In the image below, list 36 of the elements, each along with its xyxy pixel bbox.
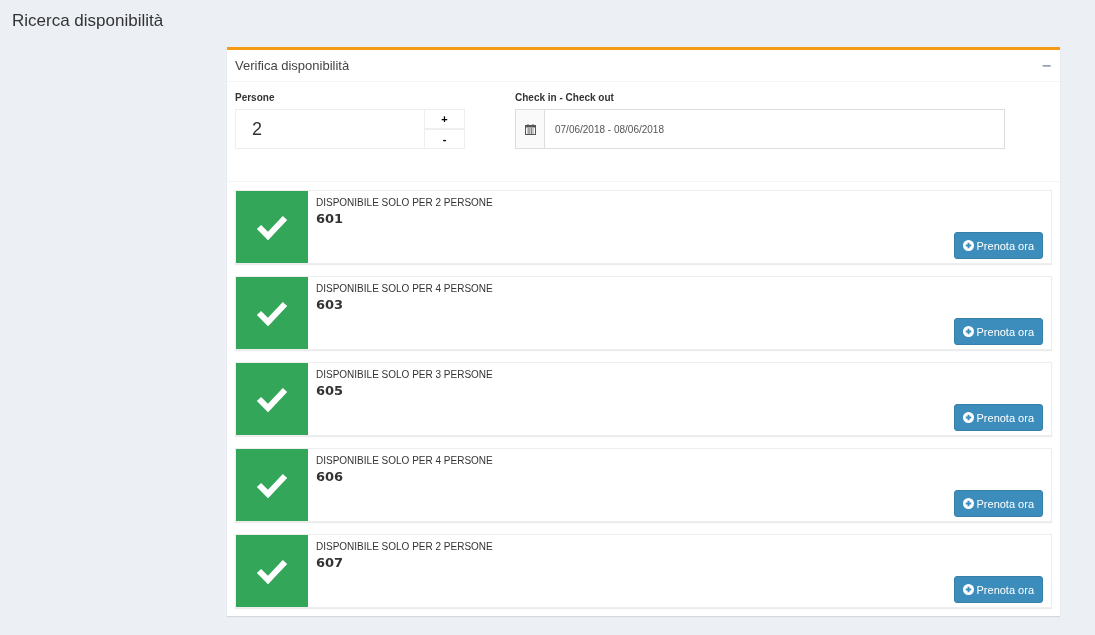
book-button[interactable]: Prenota ora <box>953 404 1043 431</box>
calendar-icon <box>524 123 536 135</box>
availability-text: DISPONIBILE SOLO PER 4 PERSONE <box>316 455 494 466</box>
plus-circle-icon <box>962 584 974 595</box>
persons-input[interactable]: 2 <box>235 109 425 149</box>
field-label: Check in - Check out <box>515 92 615 103</box>
decrement-button[interactable]: - <box>425 129 465 149</box>
plus-circle-icon <box>962 498 974 509</box>
availability-text: DISPONIBILE SOLO PER 2 PERSONE <box>316 541 494 552</box>
checkmark-icon <box>256 214 288 240</box>
field-label: Persone <box>235 92 276 103</box>
date-range-input[interactable]: 07/06/2018 - 08/06/2018 <box>545 109 1005 149</box>
checkmark-icon <box>256 300 288 326</box>
plus-circle-icon <box>962 240 974 251</box>
availability-text: DISPONIBILE SOLO PER 4 PERSONE <box>316 283 494 294</box>
page-title: Ricerca disponibilità <box>12 10 165 32</box>
room-number: 603 <box>316 297 345 312</box>
book-button[interactable]: Prenota ora <box>953 490 1043 517</box>
room-number: 605 <box>316 383 345 398</box>
checkmark-icon <box>256 472 288 498</box>
increment-button[interactable]: + <box>425 109 465 129</box>
checkmark-icon <box>256 386 288 412</box>
plus-circle-icon <box>962 326 974 337</box>
room-number: 601 <box>316 211 345 226</box>
availability-text: DISPONIBILE SOLO PER 2 PERSONE <box>316 197 494 208</box>
calendar-addon[interactable] <box>515 109 545 149</box>
plus-circle-icon <box>962 412 974 423</box>
room-number: 607 <box>316 555 345 570</box>
book-button[interactable]: Prenota ora <box>953 576 1043 603</box>
book-button[interactable]: Prenota ora <box>953 232 1043 259</box>
panel-title: Verifica disponibilità <box>235 58 350 73</box>
checkmark-icon <box>256 558 288 584</box>
collapse-button[interactable]: − <box>1041 56 1051 75</box>
room-number: 606 <box>316 469 345 484</box>
book-button[interactable]: Prenota ora <box>953 318 1043 345</box>
availability-text: DISPONIBILE SOLO PER 3 PERSONE <box>316 369 494 380</box>
